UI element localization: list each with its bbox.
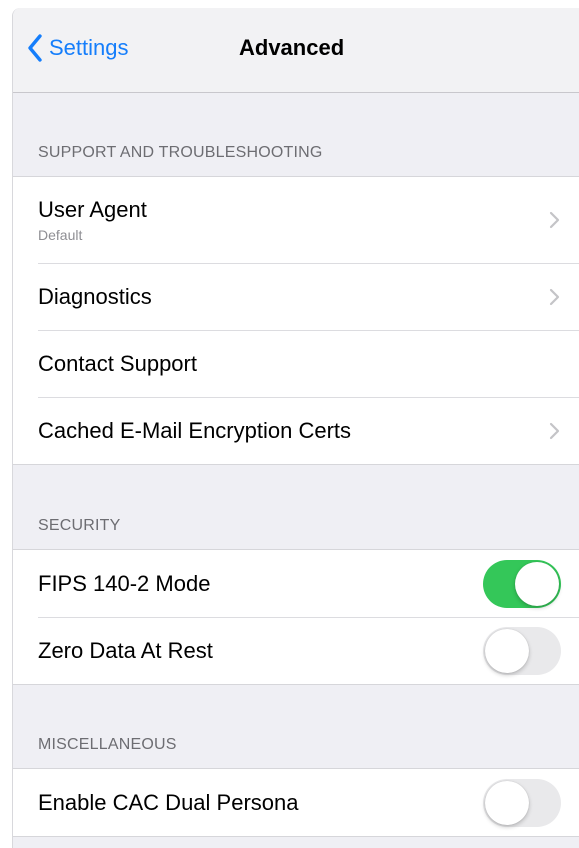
zero-data-toggle[interactable] bbox=[483, 626, 561, 675]
toggle-knob bbox=[485, 628, 529, 673]
section-header-security: SECURITY bbox=[38, 517, 121, 534]
back-button[interactable]: Settings bbox=[27, 34, 129, 62]
support-group: User Agent Default Diagnostics Contact S… bbox=[13, 176, 579, 465]
navigation-bar: Settings Advanced bbox=[13, 8, 579, 93]
user-agent-label: User Agent bbox=[38, 197, 147, 222]
user-agent-value: Default bbox=[38, 227, 83, 243]
cac-dual-persona-row: Enable CAC Dual Persona bbox=[13, 769, 579, 836]
chevron-left-icon bbox=[28, 34, 42, 62]
contact-support-label: Contact Support bbox=[38, 350, 197, 376]
chevron-right-icon bbox=[549, 288, 560, 305]
cached-certs-row[interactable]: Cached E-Mail Encryption Certs bbox=[13, 397, 579, 464]
settings-panel: Settings Advanced SUPPORT AND TROUBLESHO… bbox=[12, 8, 579, 848]
fips-mode-toggle[interactable] bbox=[483, 559, 561, 608]
cached-certs-label: Cached E-Mail Encryption Certs bbox=[38, 417, 352, 443]
cac-dual-persona-toggle[interactable] bbox=[483, 778, 561, 827]
chevron-right-icon bbox=[549, 211, 560, 229]
zero-data-label: Zero Data At Rest bbox=[38, 637, 213, 663]
security-group: FIPS 140-2 Mode Zero Data At Rest bbox=[13, 549, 579, 685]
fips-mode-row: FIPS 140-2 Mode bbox=[13, 550, 579, 617]
chevron-right-icon bbox=[549, 422, 560, 439]
misc-group: Enable CAC Dual Persona bbox=[13, 768, 579, 837]
contact-support-row[interactable]: Contact Support bbox=[13, 330, 579, 397]
toggle-knob bbox=[515, 561, 559, 606]
page-title: Advanced bbox=[239, 35, 345, 60]
diagnostics-label: Diagnostics bbox=[38, 283, 152, 309]
cac-dual-persona-label: Enable CAC Dual Persona bbox=[38, 789, 299, 815]
back-button-label: Settings bbox=[49, 35, 129, 60]
toggle-knob bbox=[485, 780, 529, 825]
zero-data-row: Zero Data At Rest bbox=[13, 617, 579, 684]
section-header-misc: MISCELLANEOUS bbox=[38, 736, 177, 753]
fips-mode-label: FIPS 140-2 Mode bbox=[38, 570, 211, 596]
section-header-support: SUPPORT AND TROUBLESHOOTING bbox=[38, 144, 323, 161]
diagnostics-row[interactable]: Diagnostics bbox=[13, 263, 579, 330]
user-agent-row[interactable]: User Agent Default bbox=[13, 177, 579, 263]
